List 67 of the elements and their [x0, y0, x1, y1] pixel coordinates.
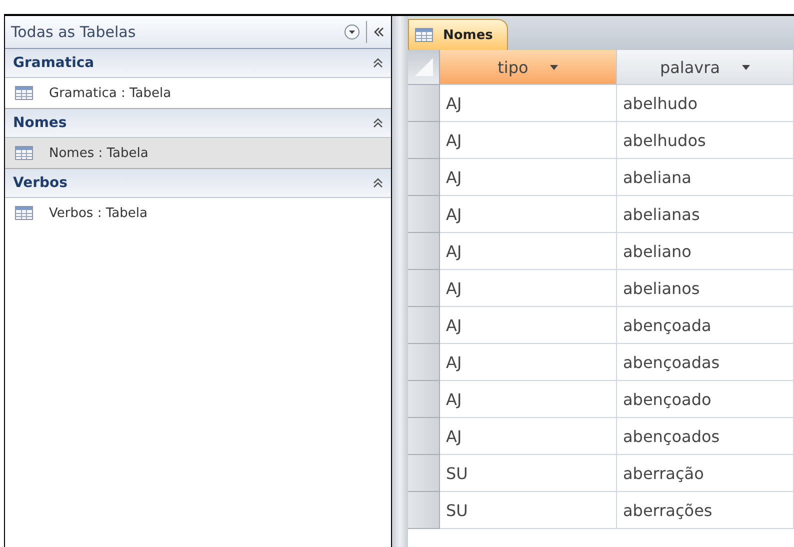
group-name: Gramatica [13, 55, 96, 71]
row-selector[interactable] [408, 122, 440, 159]
row-selector[interactable] [408, 270, 440, 307]
collapse-pane-icon[interactable] [373, 27, 385, 37]
dropdown-arrow-icon[interactable] [742, 64, 750, 70]
row-selector[interactable] [408, 418, 440, 455]
row-selector[interactable] [408, 344, 440, 381]
table-icon [15, 146, 33, 160]
collapse-icon[interactable] [373, 178, 383, 188]
tab-label: Nomes [443, 28, 493, 42]
table-cell: aberração [617, 455, 794, 492]
table-cell: abençoado [617, 381, 794, 418]
table-cell: abelianas [617, 196, 794, 233]
table-cell: abençoados [617, 418, 794, 455]
row-selector[interactable] [408, 381, 440, 418]
pane-title: Todas as Tabelas [11, 23, 137, 41]
table-cell: SU [440, 492, 617, 529]
collapse-icon[interactable] [373, 58, 383, 68]
select-all-corner[interactable] [408, 50, 440, 85]
table-cell: abeliano [617, 233, 794, 270]
nav-item-label: Verbos : Tabela [49, 206, 148, 220]
dropdown-arrow-icon[interactable] [550, 64, 558, 70]
collapse-icon[interactable] [373, 118, 383, 128]
nav-item[interactable]: Nomes : Tabela [5, 138, 391, 169]
document-tab[interactable]: Nomes [408, 19, 508, 50]
table-cell: AJ [440, 307, 617, 344]
group-header[interactable]: Nomes [5, 109, 391, 138]
table-cell: abelianos [617, 270, 794, 307]
row-selector[interactable] [408, 196, 440, 233]
pane-splitter[interactable] [392, 14, 408, 547]
column-header[interactable]: palavra [617, 50, 794, 85]
table-cell: AJ [440, 122, 617, 159]
row-selector[interactable] [408, 159, 440, 196]
row-selector[interactable] [408, 455, 440, 492]
group-name: Verbos [13, 175, 68, 191]
table-cell: AJ [440, 270, 617, 307]
group-name: Nomes [13, 115, 68, 131]
table-cell: AJ [440, 196, 617, 233]
table-cell: aberrações [617, 492, 794, 529]
table-cell: abençoada [617, 307, 794, 344]
column-label: tipo [498, 58, 528, 76]
table-cell: SU [440, 455, 617, 492]
table-cell: abeliana [617, 159, 794, 196]
table-icon [415, 28, 433, 42]
table-cell: AJ [440, 418, 617, 455]
group-header[interactable]: Verbos [5, 169, 391, 198]
column-label: palavra [660, 58, 720, 76]
row-selector[interactable] [408, 492, 440, 529]
table-cell: AJ [440, 381, 617, 418]
row-selector[interactable] [408, 307, 440, 344]
table-cell: AJ [440, 233, 617, 270]
nav-item-label: Gramatica : Tabela [49, 86, 172, 100]
table-cell: AJ [440, 159, 617, 196]
table-cell: abelhudo [617, 85, 794, 122]
nav-item-label: Nomes : Tabela [49, 146, 148, 160]
row-selector[interactable] [408, 85, 440, 122]
group-header[interactable]: Gramatica [5, 49, 391, 78]
dropdown-circle-icon[interactable] [344, 24, 360, 40]
row-selector[interactable] [408, 233, 440, 270]
table-icon [15, 86, 33, 100]
table-icon [15, 206, 33, 220]
table-cell: AJ [440, 344, 617, 381]
table-cell: abelhudos [617, 122, 794, 159]
corner-triangle-icon [414, 58, 432, 76]
table-cell: AJ [440, 85, 617, 122]
table-cell: abençoadas [617, 344, 794, 381]
column-header[interactable]: tipo [440, 50, 617, 85]
